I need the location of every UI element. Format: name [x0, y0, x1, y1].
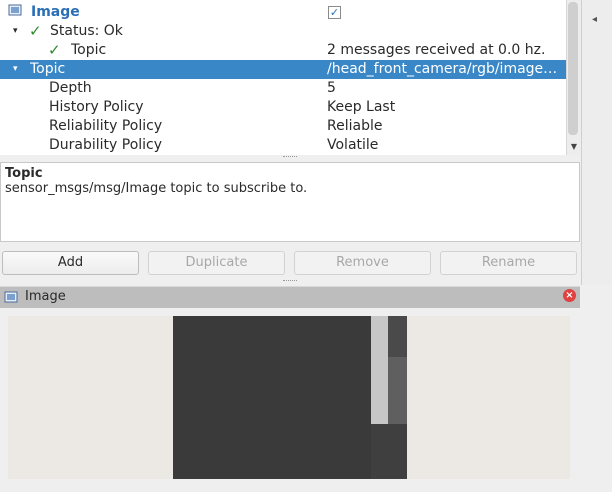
tree-row-topic-status[interactable]: ✓ Topic 2 messages received at 0.0 hz.	[0, 41, 566, 60]
reliability-policy-label: Reliability Policy	[49, 118, 163, 134]
scroll-down-icon[interactable]: ▼	[569, 141, 579, 153]
status-ok-check-icon: ✓	[29, 22, 42, 40]
reliability-policy-value[interactable]: Reliable	[327, 117, 563, 136]
durability-policy-value[interactable]: Volatile	[327, 136, 563, 155]
property-description: Topic sensor_msgs/msg/Image topic to sub…	[0, 162, 580, 242]
splitter-handle[interactable]	[283, 280, 297, 284]
tree-row-depth[interactable]: Depth 5	[0, 79, 566, 98]
tree-row-image[interactable]: Image ✓	[0, 3, 566, 22]
rename-button[interactable]: Rename	[440, 251, 577, 275]
display-property-tree: Image ✓ ▾ ✓ Status: Ok ✓ Topic 2 message…	[0, 0, 566, 155]
image-panel-icon	[4, 290, 18, 308]
topic-ok-check-icon: ✓	[48, 41, 61, 59]
topic-value[interactable]: /head_front_camera/rgb/image…	[327, 60, 563, 79]
image-panel-titlebar[interactable]	[0, 286, 580, 308]
depth-value[interactable]: 5	[327, 79, 563, 98]
expand-arrow-icon[interactable]: ▾	[13, 60, 23, 79]
durability-policy-label: Durability Policy	[49, 137, 163, 153]
camera-image	[173, 316, 371, 479]
description-body: sensor_msgs/msg/Image topic to subscribe…	[5, 181, 308, 196]
bottom-strip	[0, 479, 612, 492]
camera-image-floor	[371, 424, 407, 479]
history-policy-label: History Policy	[49, 99, 144, 115]
remove-button[interactable]: Remove	[294, 251, 431, 275]
topic-label: Topic	[30, 61, 66, 77]
tree-row-history-policy[interactable]: History Policy Keep Last	[0, 98, 566, 117]
side-dock-strip: ◂	[581, 0, 612, 285]
topic-status-value: 2 messages received at 0.0 hz.	[327, 42, 546, 58]
tree-row-status[interactable]: ▾ ✓ Status: Ok	[0, 22, 566, 41]
status-label: Status: Ok	[50, 23, 123, 39]
tree-row-reliability-policy[interactable]: Reliability Policy Reliable	[0, 117, 566, 136]
depth-label: Depth	[49, 80, 92, 96]
expand-arrow-icon[interactable]: ▾	[13, 22, 23, 41]
tree-row-topic[interactable]: ▾ Topic /head_front_camera/rgb/image…	[0, 60, 566, 79]
enable-checkbox[interactable]: ✓	[328, 6, 341, 19]
duplicate-button[interactable]: Duplicate	[148, 251, 285, 275]
tree-root-label: Image	[31, 4, 80, 20]
splitter-handle[interactable]	[283, 156, 297, 160]
image-panel-title: Image	[25, 289, 66, 304]
history-policy-value[interactable]: Keep Last	[327, 98, 563, 117]
collapse-side-icon[interactable]: ◂	[592, 14, 597, 25]
description-title: Topic	[5, 166, 43, 181]
add-button[interactable]: Add	[2, 251, 139, 275]
camera-image-wall	[371, 316, 388, 424]
image-display-icon	[8, 3, 24, 22]
close-panel-icon[interactable]: ×	[563, 289, 576, 302]
tree-row-durability-policy[interactable]: Durability Policy Volatile	[0, 136, 566, 155]
topic-status-label: Topic	[71, 42, 107, 58]
tree-scrollbar-thumb[interactable]	[568, 2, 578, 135]
